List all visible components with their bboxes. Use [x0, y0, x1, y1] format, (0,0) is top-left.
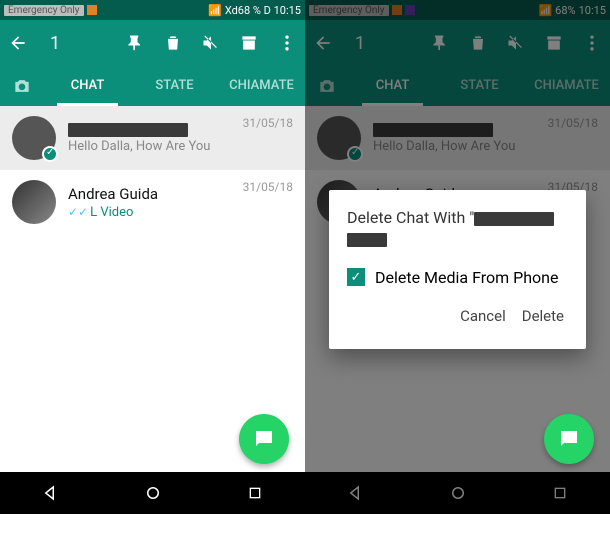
chat-preview: Hello Dalla, How Are You [68, 139, 293, 154]
android-nav [0, 472, 305, 514]
selection-count: 1 [50, 33, 60, 54]
avatar [12, 116, 56, 160]
chat-preview: ✓✓L Video [68, 205, 293, 220]
chat-date: 31/05/18 [243, 180, 293, 194]
more-icon[interactable] [277, 33, 297, 53]
redacted-name [474, 212, 554, 226]
checkbox-label: Delete Media From Phone [375, 268, 558, 287]
delete-media-row[interactable]: ✓ Delete Media From Phone [347, 268, 568, 287]
selected-check-icon [42, 146, 58, 162]
new-chat-fab[interactable] [239, 414, 289, 464]
tab-chat[interactable]: CHAT [44, 66, 131, 106]
screen-left: Emergency Only 📶 Xd68 % D 10:15 1 CHAT S… [0, 0, 305, 514]
status-bar: Emergency Only 📶 Xd68 % D 10:15 [0, 0, 305, 20]
new-chat-fab[interactable] [544, 414, 594, 464]
read-ticks-icon: ✓✓ [68, 205, 88, 219]
mute-icon[interactable] [201, 33, 221, 53]
selection-toolbar: 1 [0, 20, 305, 66]
avatar [12, 180, 56, 224]
checkbox-icon[interactable]: ✓ [347, 268, 365, 286]
chat-list: Hello Dalla, How Are You 31/05/18 Andrea… [0, 106, 305, 234]
chat-date: 31/05/18 [243, 116, 293, 130]
delete-dialog: Delete Chat With " ✓ Delete Media From P… [329, 190, 586, 349]
cancel-button[interactable]: Cancel [456, 301, 510, 331]
camera-tab[interactable] [0, 76, 44, 96]
screen-right: Emergency Only 📶 68% 10:15 1 CHAT STATE [305, 0, 610, 514]
redacted-name [347, 233, 387, 247]
archive-icon[interactable] [239, 33, 259, 53]
nav-recent-icon[interactable] [247, 485, 263, 501]
chat-row[interactable]: Andrea Guida ✓✓L Video 31/05/18 [0, 170, 305, 234]
chat-row[interactable]: Hello Dalla, How Are You 31/05/18 [0, 106, 305, 170]
signal-icon: 📶 [208, 4, 222, 17]
status-center: Xd68 % D 10:15 [225, 4, 301, 17]
nav-back-icon[interactable] [42, 484, 60, 502]
tab-calls[interactable]: CHIAMATE [218, 66, 305, 106]
back-icon[interactable] [8, 33, 28, 53]
tab-state[interactable]: STATE [131, 66, 218, 106]
dialog-title: Delete Chat With " [347, 208, 568, 250]
redacted-name [68, 123, 188, 137]
pin-icon[interactable] [125, 33, 145, 53]
tab-bar: CHAT STATE CHIAMATE [0, 66, 305, 106]
delete-button[interactable]: Delete [518, 301, 568, 331]
delete-icon[interactable] [163, 33, 183, 53]
notif-icon [87, 5, 97, 15]
nav-home-icon[interactable] [144, 484, 162, 502]
emergency-label: Emergency Only [4, 5, 84, 16]
